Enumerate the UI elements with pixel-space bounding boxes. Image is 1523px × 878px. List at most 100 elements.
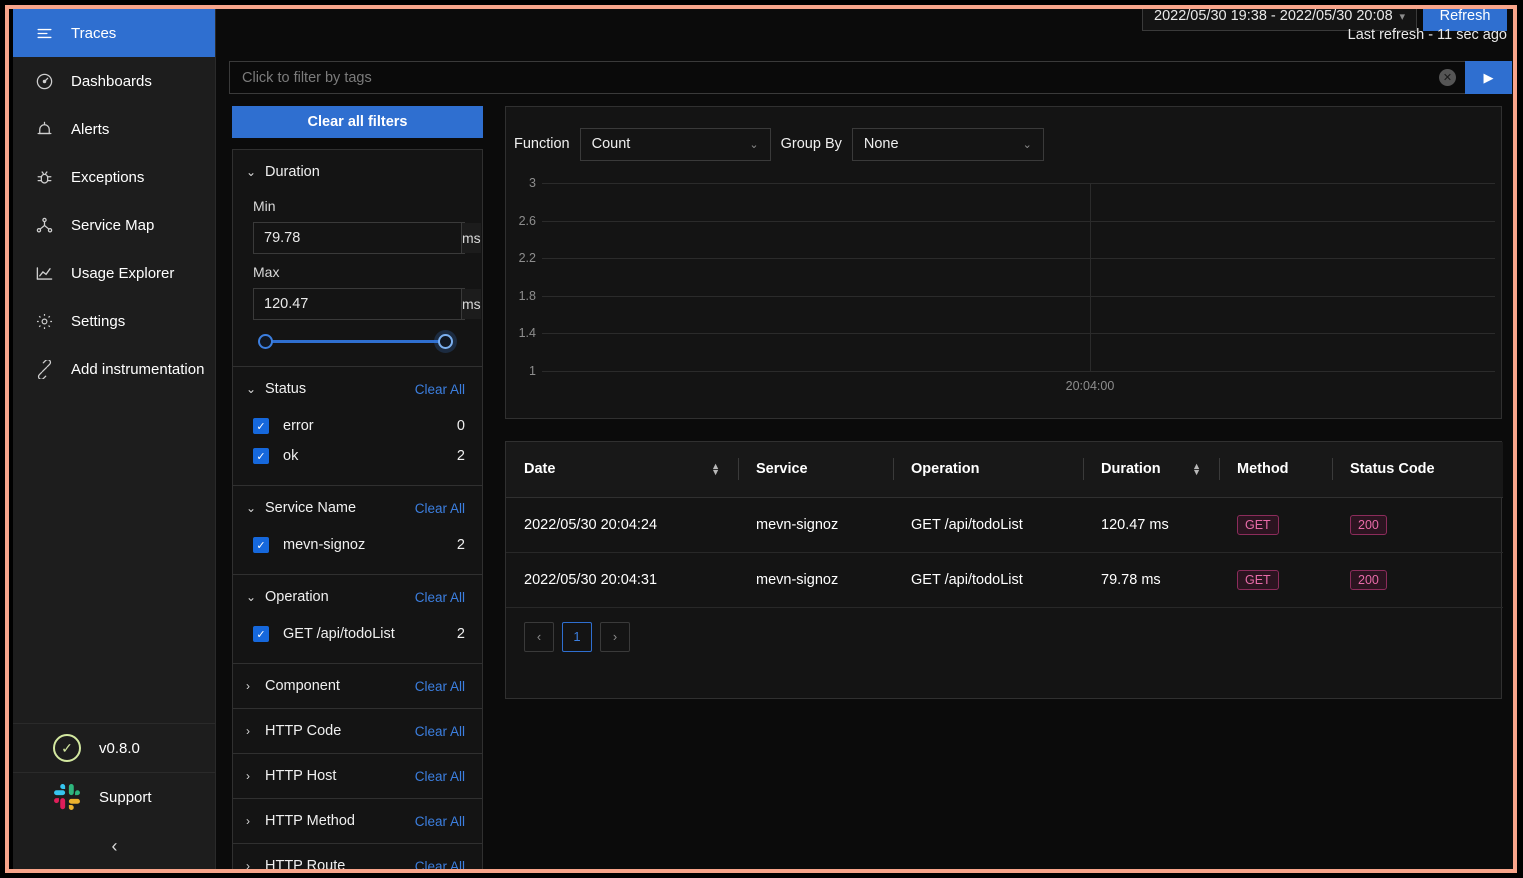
column-label: Method	[1237, 461, 1289, 478]
filter-option[interactable]: ✓ mevn-signoz 2	[246, 530, 465, 560]
filter-section-service-name-header[interactable]: ⌄ Service Name Clear All	[233, 486, 482, 530]
sidebar-item-label: Dashboards	[71, 72, 152, 90]
filter-option-count: 2	[456, 537, 465, 553]
chart-gridline	[542, 220, 1495, 222]
duration-max-input[interactable]	[254, 289, 461, 319]
duration-min-field[interactable]: ms	[253, 222, 481, 254]
filter-section-http-route-header[interactable]: › HTTP Route Clear All	[233, 844, 482, 871]
filter-section-duration-header[interactable]: ⌄ Duration	[233, 150, 482, 194]
sidebar-item-usage-explorer[interactable]: Usage Explorer	[13, 249, 215, 297]
table-header-row: Date ▲ ▼ Service Operation Duration ▲ ▼ Me…	[506, 442, 1503, 498]
checkbox-icon[interactable]: ✓	[253, 537, 269, 553]
chevron-right-icon: ›	[246, 814, 250, 828]
sidebar-item-dashboards[interactable]: Dashboards	[13, 57, 215, 105]
version-row[interactable]: ✓ v0.8.0	[13, 723, 216, 772]
duration-max-label: Max	[253, 264, 280, 280]
checkbox-icon[interactable]: ✓	[253, 448, 269, 464]
filter-section-clear-button[interactable]: Clear All	[415, 724, 465, 739]
duration-max-field[interactable]: ms	[253, 288, 481, 320]
chart-y-tick: 1.8	[518, 288, 536, 303]
sort-icon[interactable]: ▲ ▼	[1192, 462, 1201, 477]
pagination-next-button[interactable]: ›	[600, 621, 630, 652]
chevron-right-icon: ›	[246, 724, 250, 738]
filter-section-clear-button[interactable]: Clear All	[415, 501, 465, 516]
clear-all-filters-button[interactable]: Clear all filters	[232, 106, 483, 138]
table-row[interactable]: 2022/05/30 20:04:24 mevn-signoz GET /api…	[506, 497, 1503, 553]
tag-filter-input[interactable]	[229, 61, 1465, 94]
function-value: Count	[591, 136, 631, 152]
chevron-down-icon: ▾	[1399, 10, 1405, 23]
duration-range-slider[interactable]	[258, 330, 453, 352]
filter-option-list: ✓ error 0 ✓ ok 2	[233, 411, 482, 485]
support-row[interactable]: Support	[13, 772, 216, 821]
chart-gridline	[542, 333, 1495, 335]
filter-section-clear-button[interactable]: Clear All	[415, 590, 465, 605]
sidebar-item-add-instrumentation[interactable]: Add instrumentation	[13, 345, 215, 393]
slider-handle-min[interactable]	[258, 334, 273, 349]
filter-section-clear-button[interactable]: Clear All	[415, 382, 465, 397]
filter-option-count: 2	[456, 626, 465, 642]
close-circle-icon[interactable]: ✕	[1439, 69, 1456, 86]
filter-option-label: error	[283, 418, 314, 434]
pagination: ‹ 1 ›	[506, 608, 1501, 666]
groupby-select[interactable]: None ⌄	[851, 127, 1044, 161]
chart-vgridline	[1089, 183, 1091, 371]
pagination-prev-button[interactable]: ‹	[524, 621, 554, 652]
sidebar-item-exceptions[interactable]: Exceptions	[13, 153, 215, 201]
table-head: Date ▲ ▼ Service Operation Duration ▲ ▼ Me…	[506, 442, 1503, 498]
chevron-down-icon: ⌄	[1022, 138, 1032, 151]
filter-section-title: Duration	[265, 164, 320, 180]
filter-section-http-method-header[interactable]: › HTTP Method Clear All	[233, 799, 482, 843]
sidebar-item-service-map[interactable]: Service Map	[13, 201, 215, 249]
chevron-down-icon: ⌄	[246, 501, 257, 515]
cell-service: mevn-signoz	[738, 552, 893, 608]
duration-min-input[interactable]	[254, 223, 461, 253]
filter-section-title: Component	[265, 678, 340, 694]
function-select[interactable]: Count ⌄	[579, 127, 771, 161]
chevron-right-icon: ›	[246, 859, 250, 871]
chart-x-tick: 20:04:00	[1065, 379, 1115, 393]
filter-section-http-method: › HTTP Method Clear All	[233, 799, 482, 844]
filter-section-service-name: ⌄ Service Name Clear All ✓ mevn-signoz 2	[233, 486, 482, 575]
table-column-operation: Operation	[893, 442, 1083, 498]
topbar: 2022/05/30 19:38 - 2022/05/30 20:08 ▾ Re…	[216, 9, 1513, 59]
pagination-page-1[interactable]: 1	[562, 621, 592, 652]
sidebar-item-alerts[interactable]: Alerts	[13, 105, 215, 153]
filter-section-clear-button[interactable]: Clear All	[415, 679, 465, 694]
checkbox-icon[interactable]: ✓	[253, 418, 269, 434]
sidebar-item-settings[interactable]: Settings	[13, 297, 215, 345]
play-icon[interactable]: ▶	[1465, 61, 1512, 94]
sidebar: Traces Dashboards Alerts Exceptions Serv…	[13, 9, 216, 869]
filter-section-http-route: › HTTP Route Clear All	[233, 844, 482, 871]
sort-icon[interactable]: ▲ ▼	[711, 462, 720, 477]
chevron-left-icon: ‹	[111, 835, 118, 856]
checkbox-icon[interactable]: ✓	[253, 626, 269, 642]
table-body: 2022/05/30 20:04:24 mevn-signoz GET /api…	[506, 497, 1503, 608]
filter-section-clear-button[interactable]: Clear All	[415, 769, 465, 784]
table-row[interactable]: 2022/05/30 20:04:31 mevn-signoz GET /api…	[506, 552, 1503, 608]
sidebar-item-traces[interactable]: Traces	[13, 9, 215, 57]
sidebar-collapse-button[interactable]: ‹	[13, 821, 216, 869]
slider-handle-max[interactable]	[438, 334, 453, 349]
filter-section-http-code-header[interactable]: › HTTP Code Clear All	[233, 709, 482, 753]
trace-count-chart[interactable]: 3 2.6 2.2 1.8 1.4 1 20:04:00	[506, 169, 1503, 419]
table-column-duration[interactable]: Duration ▲ ▼	[1083, 442, 1219, 498]
column-label: Operation	[911, 461, 980, 478]
sidebar-item-label: Traces	[71, 24, 117, 42]
filter-option[interactable]: ✓ error 0	[246, 411, 465, 441]
filter-section-operation-header[interactable]: ⌄ Operation Clear All	[233, 575, 482, 619]
filter-section-clear-button[interactable]: Clear All	[415, 859, 465, 870]
column-label: Status Code	[1350, 461, 1435, 478]
filter-section-http-host-header[interactable]: › HTTP Host Clear All	[233, 754, 482, 798]
filter-option-list: ✓ mevn-signoz 2	[233, 530, 482, 574]
bug-icon	[35, 168, 54, 187]
sidebar-item-label: Exceptions	[71, 168, 145, 186]
chart-gridline	[542, 183, 1495, 184]
filter-section-component-header[interactable]: › Component Clear All	[233, 664, 482, 708]
filter-section-clear-button[interactable]: Clear All	[415, 814, 465, 829]
filter-option-label: ok	[283, 448, 299, 464]
table-column-date[interactable]: Date ▲ ▼	[506, 442, 738, 498]
filter-option[interactable]: ✓ ok 2	[246, 441, 465, 471]
filter-section-status-header[interactable]: ⌄ Status Clear All	[233, 367, 482, 411]
filter-option[interactable]: ✓ GET /api/todoList 2	[246, 619, 465, 649]
